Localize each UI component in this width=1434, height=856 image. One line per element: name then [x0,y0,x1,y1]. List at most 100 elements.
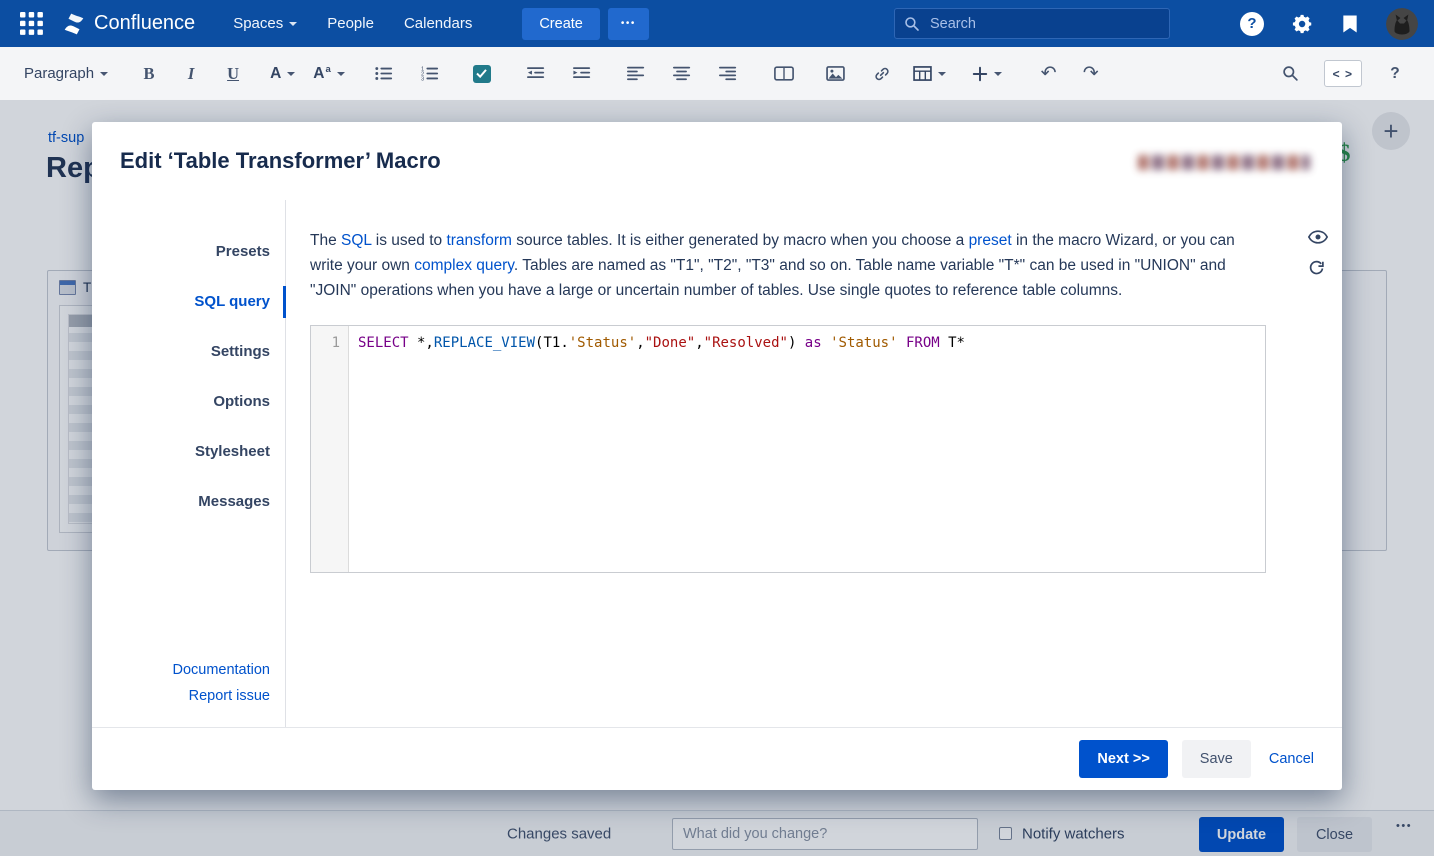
task-list-button[interactable] [467,59,497,89]
description-link[interactable]: complex query [414,257,514,274]
refresh-button[interactable] [1308,260,1328,277]
editor-help-button[interactable]: ? [1380,59,1410,89]
outdent-button[interactable] [521,59,551,89]
confluence-page: Confluence Spaces People Calendars Creat… [0,0,1434,856]
task-checkbox-icon [472,64,491,83]
dialog-sidebar-links: Documentation Report issue [172,657,270,709]
editor-toolbar: Paragraph B I U A Aa 1 2 3 ↶ ↷ < > ? [0,47,1434,100]
code-token: SELECT [358,335,409,351]
help-button[interactable]: ? [1240,11,1264,36]
page-layout-icon [773,66,794,81]
avatar-cat-image [1386,7,1418,40]
global-search-input[interactable] [928,14,1160,33]
insert-table-dropdown[interactable] [912,66,946,81]
sidebar-link-report-issue[interactable]: Report issue [172,683,270,709]
code-token: T* [939,335,965,351]
dialog-sidebar-nav: Presets SQL query Settings Options Styleshee… [92,200,286,527]
bullet-list-button[interactable] [369,59,399,89]
align-center-icon [672,66,690,81]
line-number: 1 [331,335,340,351]
align-right-button[interactable] [713,59,743,89]
paragraph-style-dropdown[interactable]: Paragraph [24,65,109,82]
numbered-list-button[interactable]: 1 2 3 [415,59,445,89]
insert-link-button[interactable] [867,59,897,89]
link-icon [875,67,889,80]
top-navigation: Confluence Spaces People Calendars Creat… [0,0,1434,47]
code-token: , [695,335,704,351]
redo-icon: ↷ [1082,62,1099,84]
sidebar-item-messages[interactable]: Messages [92,477,285,527]
app-switcher-button[interactable] [16,8,48,40]
cancel-button[interactable]: Cancel [1269,751,1314,767]
text-color-dropdown[interactable]: A [270,64,296,83]
settings-button[interactable] [1292,13,1314,35]
undo-button[interactable]: ↶ [1034,59,1064,89]
confluence-logo[interactable]: Confluence [62,12,195,36]
insert-image-button[interactable] [821,59,851,89]
code-line[interactable]: SELECT *,REPLACE_VIEW(T1.'Status',"Done"… [349,326,974,572]
sidebar-item-settings[interactable]: Settings [92,327,285,377]
preview-eye-button[interactable] [1308,230,1328,244]
chevron-down-icon [336,71,345,76]
undo-icon: ↶ [1040,62,1057,84]
formatting-dropdown[interactable]: Aa [313,64,345,83]
code-token: (T1. [535,335,569,351]
description-text: is used to [371,232,447,249]
find-replace-button[interactable] [1276,59,1306,89]
grid-icon [20,11,43,35]
sidebar-item-presets[interactable]: Presets [92,227,285,277]
source-editor-button[interactable]: < > [1323,60,1362,87]
description-link[interactable]: SQL [341,232,371,249]
ellipsis-icon: ••• [620,18,636,29]
nav-spaces[interactable]: Spaces [233,15,298,32]
paragraph-style-label: Paragraph [24,65,95,82]
align-left-icon [626,66,644,81]
description-link[interactable]: transform [446,232,511,249]
sidebar-link-documentation[interactable]: Documentation [172,657,270,683]
plus-icon [972,66,987,81]
global-search-box[interactable] [894,8,1170,39]
nav-people-label: People [327,15,374,32]
sidebar-item-options[interactable]: Options [92,377,285,427]
formatting-letter: A [313,64,325,82]
underline-button[interactable]: U [218,59,248,89]
search-icon [905,16,919,31]
redo-button[interactable]: ↷ [1076,59,1106,89]
eye-icon [1308,230,1328,244]
bold-button[interactable]: B [134,59,164,89]
indent-button[interactable] [567,59,597,89]
align-right-icon [718,66,736,81]
user-avatar[interactable] [1386,7,1418,40]
whats-new-button[interactable] [1342,14,1358,34]
italic-button[interactable]: I [176,59,206,89]
description-text: The [310,232,342,249]
text-color-letter: A [270,64,282,82]
page-layout-button[interactable] [769,59,799,89]
description-link[interactable]: preset [969,232,1012,249]
nav-calendars[interactable]: Calendars [404,15,472,32]
refresh-icon [1309,260,1324,275]
sidebar-item-stylesheet[interactable]: Stylesheet [92,427,285,477]
chevron-down-icon [993,71,1002,76]
align-left-button[interactable] [621,59,651,89]
header-more-button[interactable]: ••• [607,7,649,40]
numbered-list-icon: 1 2 3 [421,66,438,81]
editor-gutter: 1 [311,326,349,572]
next-button[interactable]: Next >> [1079,740,1168,778]
macro-description: The SQL is used to transform source tabl… [310,228,1266,303]
svg-text:3: 3 [421,76,424,81]
blurred-version-label [1138,155,1310,170]
code-token: as [804,335,822,351]
sql-code-editor[interactable]: 1 SELECT *,REPLACE_VIEW(T1.'Status',"Don… [310,325,1266,573]
nav-people[interactable]: People [327,15,374,32]
code-token: *, [408,335,434,351]
search-icon [1283,66,1298,81]
insert-more-dropdown[interactable] [972,66,1002,82]
save-button[interactable]: Save [1181,740,1251,778]
sidebar-item-sql-query[interactable]: SQL query [92,277,286,327]
dialog-title: Edit ‘Table Transformer’ Macro [120,148,441,173]
create-button[interactable]: Create [522,7,600,40]
align-center-button[interactable] [667,59,697,89]
